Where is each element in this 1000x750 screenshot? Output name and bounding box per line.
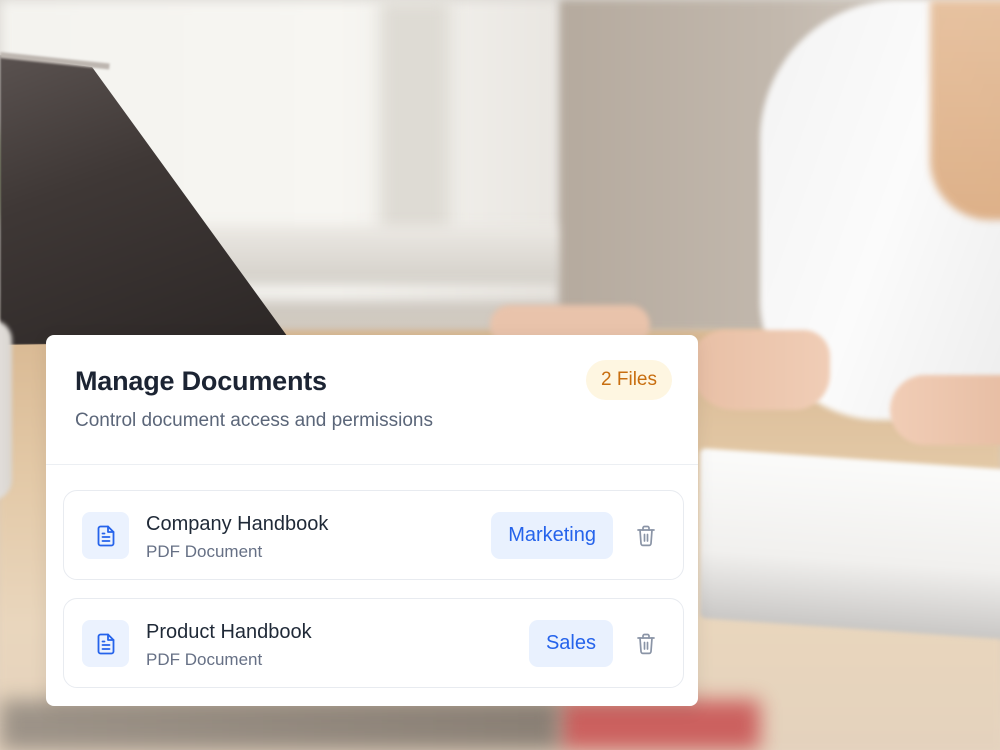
document-tag-badge[interactable]: Sales: [528, 620, 613, 667]
background-red-object: [560, 700, 760, 750]
background-window-frame: [380, 0, 450, 250]
background-notebook: [700, 448, 1000, 642]
document-type: PDF Document: [146, 542, 263, 561]
card-header: Manage Documents Control document access…: [46, 335, 698, 465]
card-subtitle: Control document access and permissions: [75, 410, 434, 431]
document-row[interactable]: Company Handbook PDF Document Marketing: [63, 490, 684, 580]
delete-document-button[interactable]: [635, 524, 657, 548]
delete-document-button[interactable]: [635, 632, 657, 656]
document-row[interactable]: Product Handbook PDF Document Sales: [63, 598, 684, 688]
manage-documents-card: Manage Documents Control document access…: [46, 335, 698, 706]
document-name: Product Handbook: [146, 621, 312, 643]
card-title: Manage Documents: [75, 366, 327, 396]
document-list: Company Handbook PDF Document Marketing: [63, 490, 684, 706]
document-icon: [82, 512, 129, 559]
document-tag-badge[interactable]: Marketing: [491, 512, 613, 559]
background-cup: [0, 320, 12, 500]
background-dark-object: [0, 700, 560, 750]
document-type: PDF Document: [146, 650, 263, 669]
document-name: Company Handbook: [146, 513, 329, 535]
trash-icon: [637, 633, 655, 655]
background-hand-right: [690, 330, 830, 410]
document-icon: [82, 620, 129, 667]
trash-icon: [637, 525, 655, 547]
background-hand-far: [890, 375, 1000, 445]
file-count-badge: 2 Files: [586, 360, 672, 400]
background-person-hair: [930, 0, 1000, 220]
